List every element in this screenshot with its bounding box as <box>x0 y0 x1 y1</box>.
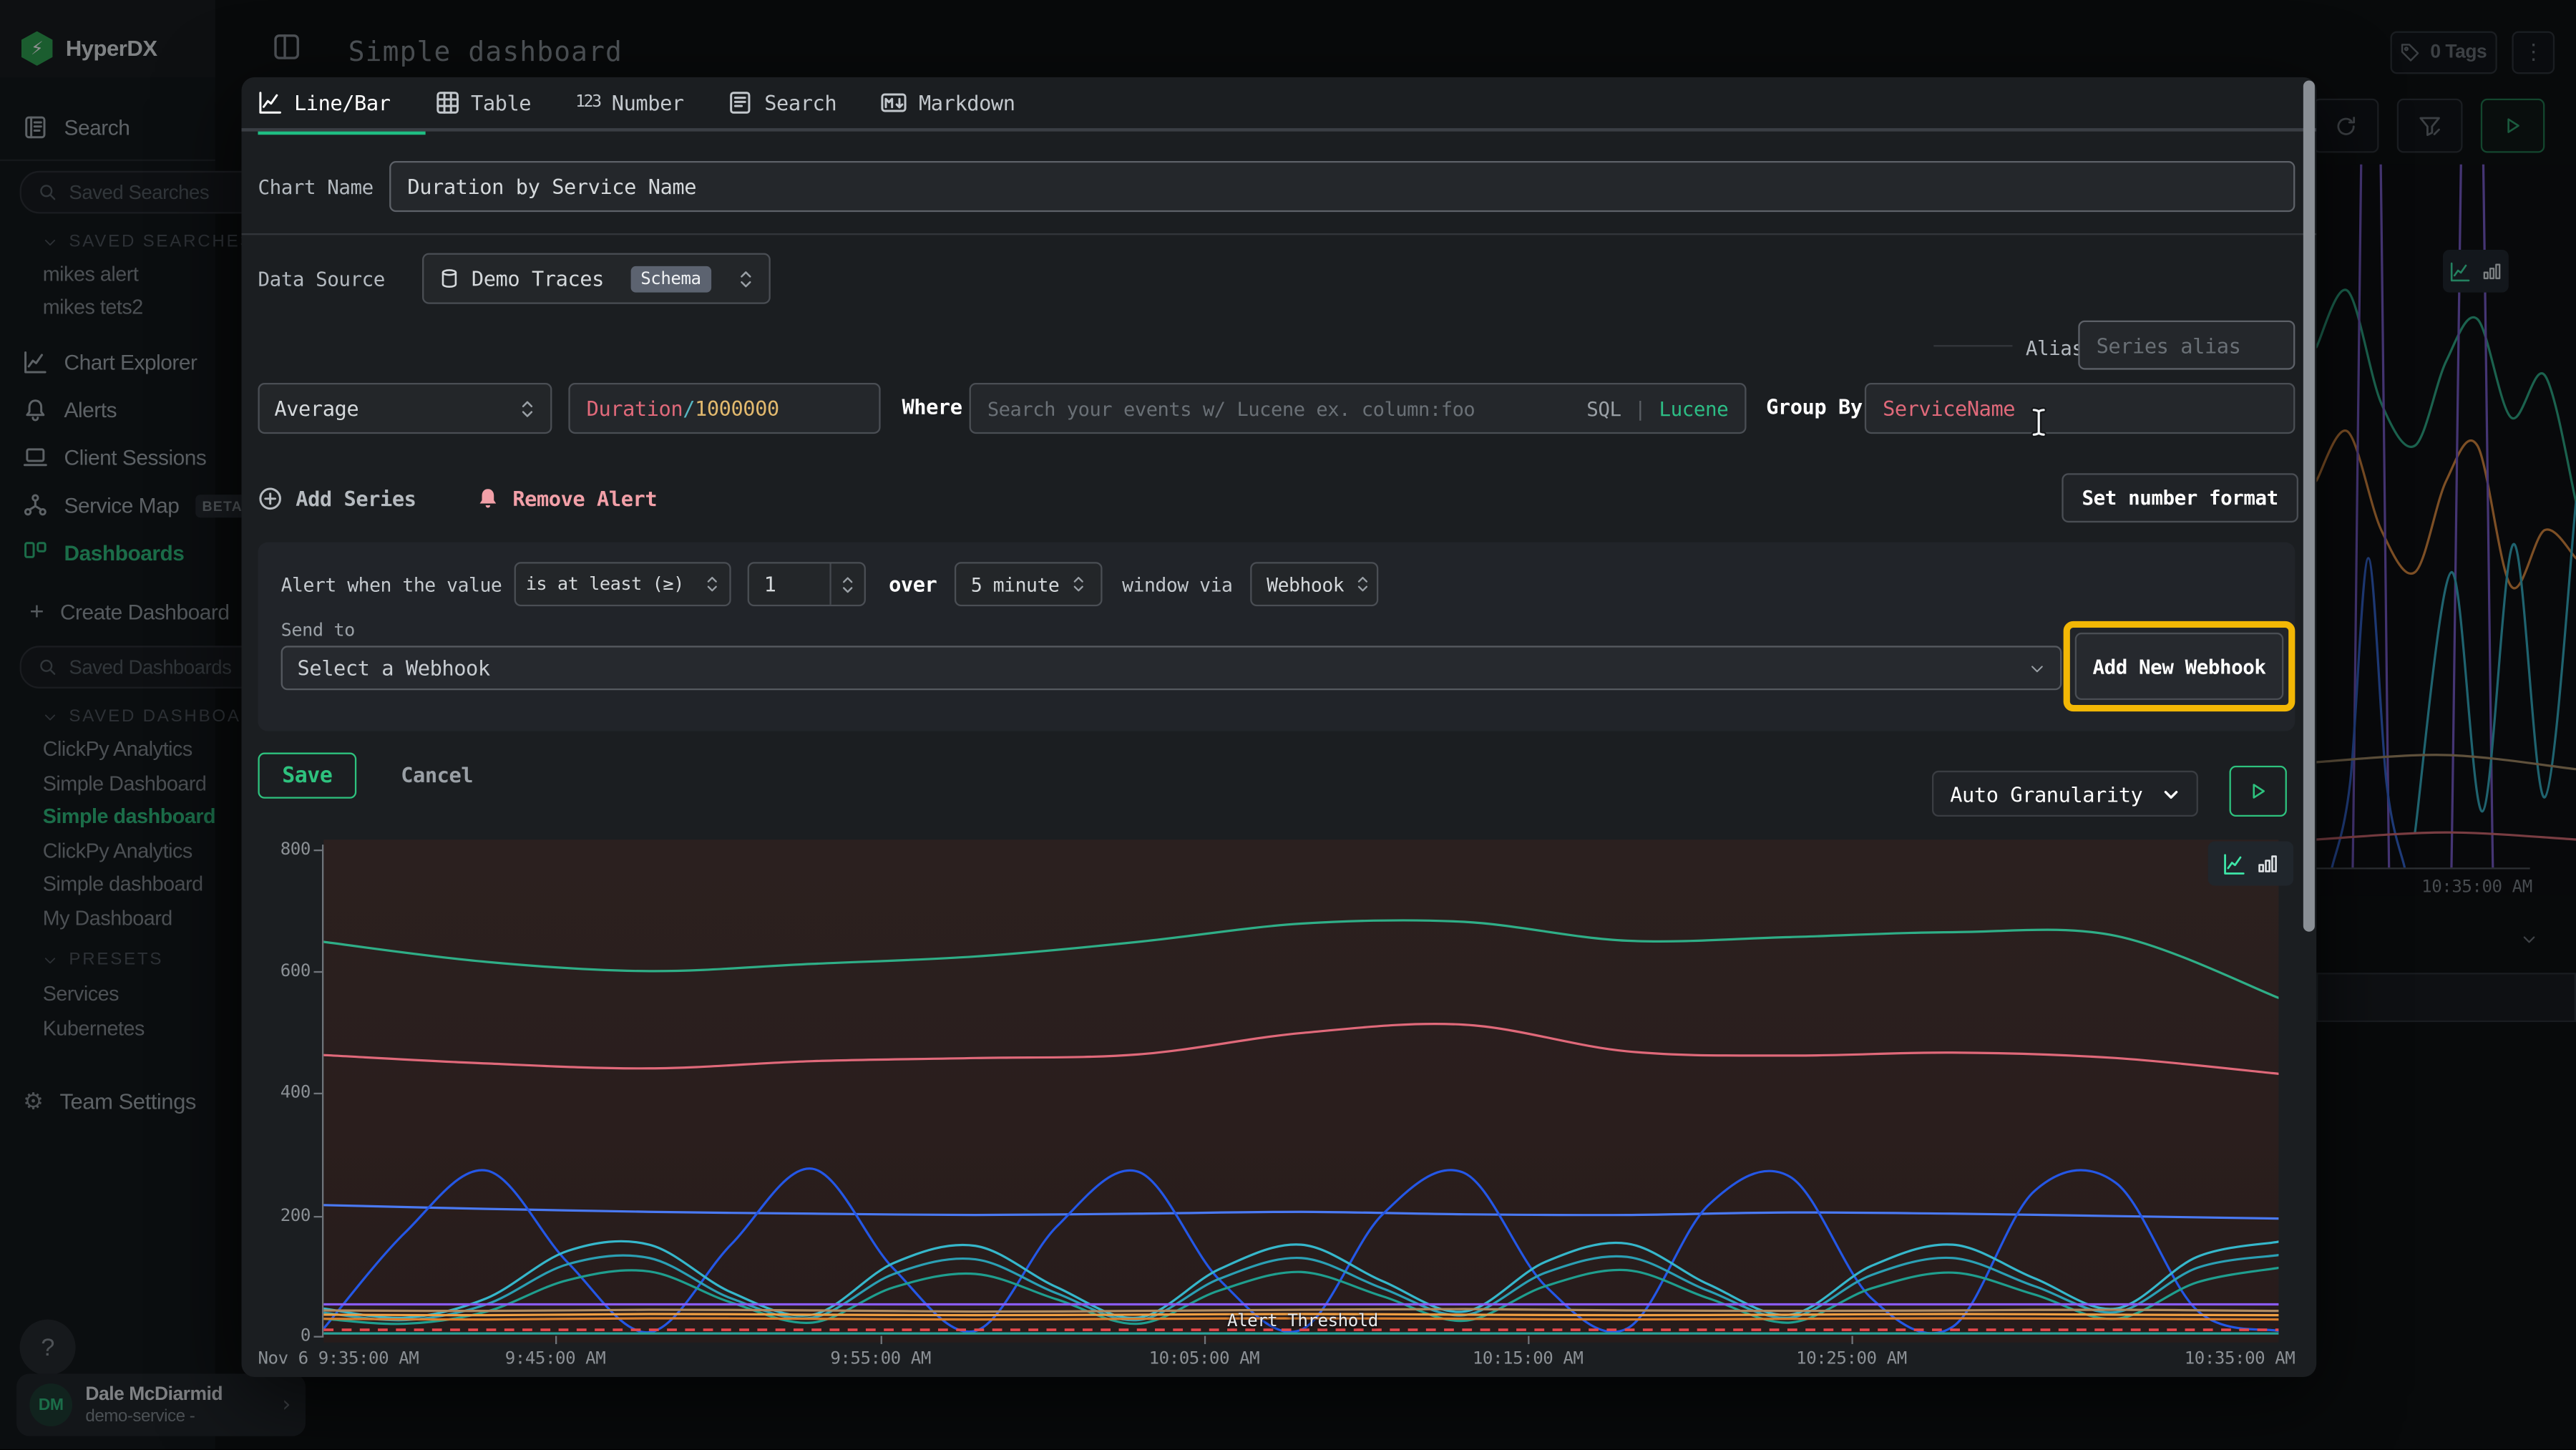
app-root: ⚡ HyperDX Simple dashboard 0 Tags ⋮ 10:3… <box>0 0 2576 1450</box>
lucene-toggle[interactable]: Lucene <box>1659 396 1729 419</box>
bar-chart-icon <box>2258 853 2279 875</box>
x-tick-label: 10:25:00 AM <box>1796 1349 1907 1369</box>
remove-alert-button[interactable]: Remove Alert <box>477 487 657 511</box>
alias-connector <box>1933 345 2012 346</box>
updown-chevron-icon <box>738 268 754 288</box>
add-webhook-highlight: Add New Webhook <box>2064 621 2296 711</box>
markdown-icon <box>881 90 907 115</box>
y-tick-label: 600 <box>255 961 311 981</box>
over-label: over <box>889 572 937 596</box>
updown-chevron-icon <box>1071 575 1086 593</box>
list-doc-icon <box>728 90 753 115</box>
x-tick-label: 10:35:00 AM <box>2185 1349 2296 1369</box>
active-tab-underline <box>258 132 425 135</box>
modal-divider <box>241 233 2316 235</box>
preview-chart-toggle[interactable] <box>2208 842 2293 886</box>
table-icon <box>435 90 459 115</box>
group-by-input[interactable]: ServiceName <box>1865 383 2296 434</box>
modal-scrollbar[interactable] <box>2303 80 2315 931</box>
tab-line-bar[interactable]: Line/Bar <box>258 90 390 115</box>
line-chart-icon <box>2223 852 2245 875</box>
chart-name-label: Chart Name <box>258 176 373 199</box>
chevron-down-icon <box>2162 784 2180 802</box>
line-chart-icon <box>258 90 282 115</box>
add-series-button[interactable]: Add Series <box>258 487 416 511</box>
field-expression-input[interactable]: Duration/1000000 <box>568 383 880 434</box>
alert-config-panel: Alert when the value is at least (≥) 1 o… <box>258 542 2295 731</box>
alert-window-select[interactable]: 5 minute <box>955 562 1103 606</box>
data-source-select[interactable]: Demo Traces Schema <box>422 253 771 304</box>
updown-chevron-icon <box>705 575 720 593</box>
chevron-down-icon <box>2029 660 2045 676</box>
x-tick-label: Nov 6 9:35:00 AM <box>258 1349 419 1369</box>
alert-channel-select[interactable]: Webhook <box>1250 562 1378 606</box>
number-spinner[interactable] <box>829 563 864 604</box>
bell-icon <box>477 487 499 511</box>
where-label: Where <box>902 394 962 419</box>
alias-input[interactable]: Series alias <box>2078 321 2295 370</box>
set-number-format-button[interactable]: Set number format <box>2062 473 2298 522</box>
database-icon <box>439 268 460 289</box>
data-source-label: Data Source <box>258 268 384 291</box>
y-tick-label: 800 <box>255 840 311 860</box>
x-tick-label: 10:15:00 AM <box>1473 1349 1584 1369</box>
123-icon: 123 <box>575 94 600 112</box>
tab-search[interactable]: Search <box>728 90 836 115</box>
chevron-up-icon <box>841 574 854 584</box>
alert-condition-select[interactable]: is at least (≥) <box>514 562 731 606</box>
chart-type-tabs: Line/Bar Table 123 Number Search Markdow… <box>241 77 2316 132</box>
alert-threshold-label: Alert Threshold <box>1227 1311 1378 1331</box>
updown-chevron-icon <box>519 399 536 419</box>
x-tick-label: 9:55:00 AM <box>830 1349 931 1369</box>
x-tick-label: 9:45:00 AM <box>505 1349 606 1369</box>
save-button[interactable]: Save <box>258 753 356 799</box>
alias-label: Alias <box>2026 337 2084 360</box>
alert-threshold-input[interactable]: 1 <box>748 562 866 606</box>
text-cursor <box>2029 406 2049 439</box>
tab-table[interactable]: Table <box>435 90 532 115</box>
cancel-button[interactable]: Cancel <box>401 762 473 787</box>
chart-name-input[interactable]: Duration by Service Name <box>389 161 2295 212</box>
alert-prefix-label: Alert when the value <box>281 573 502 596</box>
play-icon <box>2248 781 2269 802</box>
updown-chevron-icon <box>1355 575 1370 593</box>
webhook-select[interactable]: Select a Webhook <box>281 646 2062 690</box>
send-to-label: Send to <box>281 620 355 641</box>
run-query-button[interactable] <box>2230 766 2287 817</box>
sql-toggle[interactable]: SQL <box>1586 396 1621 419</box>
chevron-down-icon <box>841 584 854 594</box>
where-search-input[interactable]: Search your events w/ Lucene ex. column:… <box>970 383 1747 434</box>
preview-chart-canvas[interactable] <box>323 850 2278 1336</box>
y-tick-label: 400 <box>255 1083 311 1103</box>
granularity-select[interactable]: Auto Granularity <box>1932 771 2198 817</box>
window-via-label: window via <box>1122 573 1232 596</box>
schema-badge: Schema <box>630 266 711 292</box>
y-tick-label: 0 <box>255 1326 311 1346</box>
y-tick-label: 200 <box>255 1206 311 1226</box>
add-new-webhook-button[interactable]: Add New Webhook <box>2075 633 2284 700</box>
edit-chart-modal: Line/Bar Table 123 Number Search Markdow… <box>241 77 2316 1377</box>
group-by-label: Group By <box>1766 394 1863 419</box>
aggregation-select[interactable]: Average <box>258 383 552 434</box>
tab-number[interactable]: 123 Number <box>575 90 684 115</box>
tab-markdown[interactable]: Markdown <box>881 90 1015 115</box>
x-tick-label: 10:05:00 AM <box>1149 1349 1260 1369</box>
plus-circle-icon <box>258 487 282 511</box>
